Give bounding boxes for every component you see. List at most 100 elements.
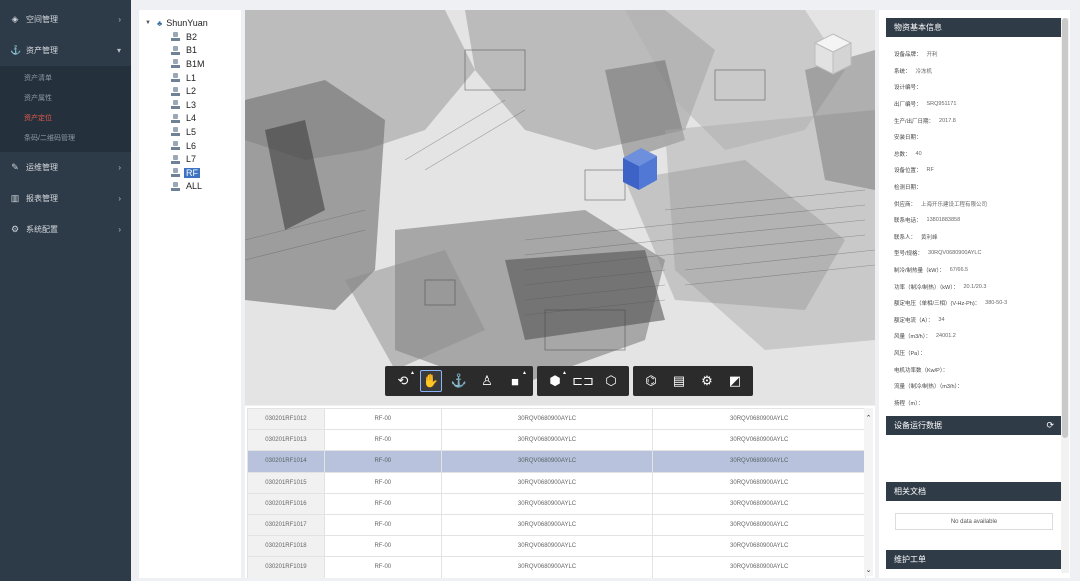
cube-icon: ◈ bbox=[11, 14, 19, 24]
table-cell: RF-00 bbox=[323, 535, 442, 558]
table-cell: RF-00 bbox=[323, 450, 442, 473]
maintenance-header: 维护工单 bbox=[886, 550, 1061, 569]
tree-expand-icon[interactable]: ▼ bbox=[145, 20, 151, 26]
info-field-label: 系统： bbox=[894, 68, 911, 75]
tree-node-floor[interactable]: L1 bbox=[139, 71, 241, 85]
asset-submenu: 资产清单 资产属性 资产定位 条码/二维码管理 bbox=[0, 66, 131, 152]
tree-node-label: L7 bbox=[186, 154, 197, 165]
tree-node-floor[interactable]: L3 bbox=[139, 98, 241, 112]
tree-node-floor[interactable]: B1M bbox=[139, 57, 241, 71]
floor-icon bbox=[171, 113, 180, 123]
wrench-icon: ✎ bbox=[11, 162, 19, 172]
table-cell: 030201RF1017 bbox=[247, 513, 325, 537]
info-field: 型号/规格： 30RQV0680900AYLC bbox=[894, 245, 1064, 262]
sidebar: ◈ 空间管理 › ⚓ 资产管理 ▾ 资产清单 资产属性 资产定位 条码/二维码管… bbox=[0, 0, 131, 581]
tree-node-floor[interactable]: B2 bbox=[139, 30, 241, 44]
floor-icon bbox=[171, 127, 180, 137]
table-cell: 30RQV0680900AYLC bbox=[652, 450, 866, 473]
model-tree-button[interactable]: ⌬ bbox=[640, 370, 662, 392]
tree-node-label: RF bbox=[184, 167, 200, 178]
table-cell: 30RQV0680900AYLC bbox=[440, 450, 654, 473]
asset-table: 030201RF1012 RF-00 30RQV0680900AYLC 30RQV06… bbox=[247, 407, 866, 578]
properties-icon: ▤ bbox=[672, 373, 686, 388]
cube-icon: ⬡ bbox=[605, 373, 617, 388]
tree-node-floor[interactable]: ALL bbox=[139, 180, 241, 194]
fullscreen-button[interactable]: ◩ bbox=[724, 370, 746, 392]
table-row[interactable]: 030201RF1016 RF-00 30RQV0680900AYLC 30RQV06… bbox=[247, 492, 866, 515]
nav-item-assets[interactable]: ⚓ 资产管理 ▾ bbox=[0, 35, 131, 66]
fullscreen-icon: ◩ bbox=[728, 373, 742, 388]
table-cell: 030201RF1019 bbox=[247, 556, 325, 578]
nav-item-space[interactable]: ◈ 空间管理 › bbox=[0, 4, 131, 35]
info-field: 联系电话： 13801883858 bbox=[894, 212, 1064, 229]
table-row[interactable]: 030201RF1014 RF-00 30RQV0680900AYLC 30RQV06… bbox=[247, 450, 866, 473]
info-field: 风量（m3/h）： 24001.2 bbox=[894, 328, 1064, 345]
pan-button[interactable]: ✋ bbox=[420, 370, 442, 392]
table-cell: 30RQV0680900AYLC bbox=[440, 492, 654, 515]
table-row[interactable]: 030201RF1019 RF-00 30RQV0680900AYLC 30RQV06… bbox=[247, 556, 866, 578]
basic-info-list: 设备品牌： 开利 系统： 冷冻机 设计编号： 出厂编号： SRQ951171 生产/出厂日期：… bbox=[894, 46, 1064, 411]
first-person-button[interactable]: ♙ bbox=[476, 370, 498, 392]
subnav-asset-location[interactable]: 资产定位 bbox=[0, 108, 131, 128]
table-row[interactable]: 030201RF1015 RF-00 30RQV0680900AYLC 30RQV06… bbox=[247, 471, 866, 494]
panel-scrollbar[interactable] bbox=[1061, 18, 1069, 573]
runtime-data-title: 设备运行数据 bbox=[894, 421, 942, 430]
info-field: 设备品牌： 开利 bbox=[894, 46, 1064, 63]
section-button[interactable]: ⊏⊐ bbox=[572, 370, 594, 392]
nav-item-reports[interactable]: ▥ 报表管理 › bbox=[0, 183, 131, 214]
nav-item-settings[interactable]: ⚙ 系统配置 › bbox=[0, 214, 131, 245]
tree-node-label: B1 bbox=[186, 45, 198, 56]
tree-root[interactable]: ▼ ♣ ShunYuan bbox=[139, 16, 241, 30]
table-row[interactable]: 030201RF1013 RF-00 30RQV0680900AYLC 30RQV06… bbox=[247, 429, 866, 452]
table-cell: RF-00 bbox=[323, 407, 442, 431]
info-field-value: 24001.2 bbox=[935, 333, 956, 340]
floor-icon bbox=[171, 86, 180, 96]
explode-button[interactable]: ⬢ ▲ bbox=[544, 370, 567, 392]
floor-icon bbox=[171, 181, 180, 191]
fly-button[interactable]: ⚓ bbox=[448, 370, 470, 392]
info-field: 安装日期： bbox=[894, 129, 1064, 146]
building-model-render[interactable] bbox=[245, 10, 875, 405]
table-scrollbar[interactable]: ⌃ ⌄ bbox=[864, 408, 873, 576]
cube-view-button[interactable]: ⬡ bbox=[600, 370, 622, 392]
explode-cube-icon: ⬢ bbox=[549, 373, 561, 388]
table-cell: 30RQV0680900AYLC bbox=[652, 471, 866, 494]
subnav-barcode[interactable]: 条码/二维码管理 bbox=[0, 128, 131, 148]
info-field-label: 电机功率数（Kw/P）： bbox=[894, 367, 949, 374]
info-field-label: 设备位置： bbox=[894, 168, 922, 175]
properties-button[interactable]: ▤ bbox=[668, 370, 690, 392]
view-cube-icon[interactable] bbox=[809, 30, 857, 78]
model-viewer[interactable]: ⟲ ▲ ✋ ⚓ ♙ ■ ▲ ⬢ ▲ ⊏⊐ ⬡ ⌬ ▤ ⚙ ◩ bbox=[245, 10, 875, 405]
subnav-asset-properties[interactable]: 资产属性 bbox=[0, 88, 131, 108]
tree-node-floor[interactable]: RF bbox=[139, 166, 241, 180]
tree-node-floor[interactable]: L4 bbox=[139, 112, 241, 126]
basic-info-title: 物资基本信息 bbox=[894, 23, 942, 32]
info-field: 功率（制冷/制热）（kW）： 20.1/20.3 bbox=[894, 278, 1064, 295]
camera-button[interactable]: ■ ▲ bbox=[504, 370, 527, 392]
info-field-value: 黄利峰 bbox=[921, 234, 938, 241]
tree-node-floor[interactable]: L5 bbox=[139, 125, 241, 139]
info-field: 制冷/制热量（kW）： 67/66.5 bbox=[894, 262, 1064, 279]
scrollbar-thumb[interactable] bbox=[1062, 18, 1068, 438]
scroll-down-icon[interactable]: ⌄ bbox=[864, 566, 873, 576]
info-field-value: 冷冻机 bbox=[915, 68, 933, 75]
scroll-up-icon[interactable]: ⌃ bbox=[864, 414, 873, 424]
chevron-right-icon: › bbox=[118, 194, 121, 203]
table-row[interactable]: 030201RF1012 RF-00 30RQV0680900AYLC 30RQV06… bbox=[247, 407, 866, 431]
table-cell: 30RQV0680900AYLC bbox=[440, 471, 654, 494]
table-row[interactable]: 030201RF1018 RF-00 30RQV0680900AYLC 30RQV06… bbox=[247, 535, 866, 558]
tree-node-floor[interactable]: L7 bbox=[139, 152, 241, 166]
orbit-button[interactable]: ⟲ ▲ bbox=[392, 370, 415, 392]
tree-node-floor[interactable]: B1 bbox=[139, 44, 241, 58]
refresh-icon[interactable]: ⟳ bbox=[1046, 420, 1054, 431]
tree-node-floor[interactable]: L2 bbox=[139, 84, 241, 98]
nav-item-operations[interactable]: ✎ 运维管理 › bbox=[0, 152, 131, 183]
info-field-value: 34 bbox=[938, 316, 945, 323]
table-row[interactable]: 030201RF1017 RF-00 30RQV0680900AYLC 30RQV06… bbox=[247, 513, 866, 537]
table-cell: 030201RF1016 bbox=[247, 492, 325, 515]
tree-node-floor[interactable]: L6 bbox=[139, 139, 241, 153]
settings-button[interactable]: ⚙ bbox=[696, 370, 718, 392]
floor-icon bbox=[171, 59, 180, 69]
subnav-asset-list[interactable]: 资产清单 bbox=[0, 68, 131, 88]
info-field-value: 67/66.5 bbox=[949, 267, 969, 274]
